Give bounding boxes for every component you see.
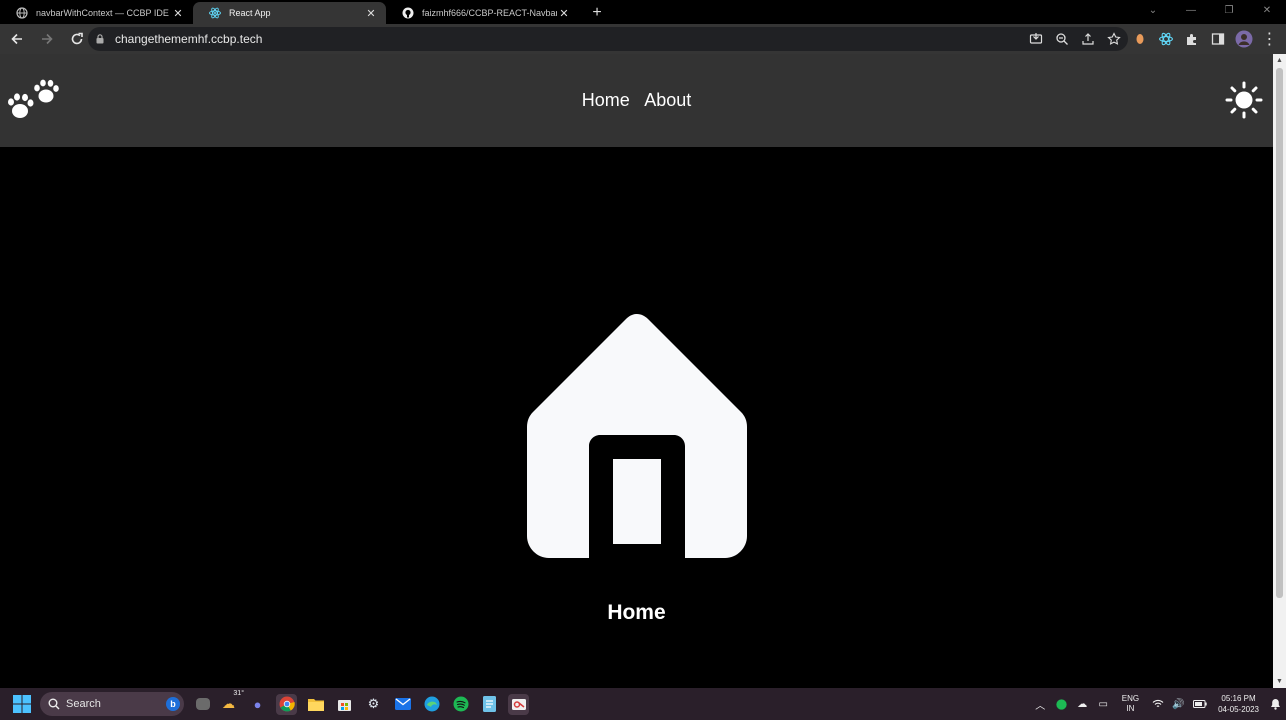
battery-icon[interactable] [1191, 696, 1208, 713]
snipping-tool-icon[interactable] [508, 693, 529, 715]
browser-tab-strip: navbarWithContext — CCBP IDE ✕ React App… [0, 0, 1286, 24]
edge-icon[interactable] [421, 694, 442, 715]
search-icon [48, 698, 60, 710]
spotify-tray-icon[interactable] [1053, 696, 1070, 713]
close-tab-icon[interactable]: ✕ [557, 6, 571, 20]
extensions-puzzle-icon[interactable] [1181, 29, 1202, 50]
bookmark-star-icon[interactable] [1103, 29, 1124, 50]
minimize-icon[interactable]: — [1172, 0, 1210, 20]
page-viewport: Home About Home [0, 54, 1273, 688]
scrollbar-thumb[interactable] [1276, 68, 1283, 598]
language-line2: IN [1126, 704, 1135, 713]
notifications-bell-icon[interactable] [1267, 696, 1284, 713]
zoom-icon[interactable] [1051, 29, 1072, 50]
taskbar-clock[interactable]: 05:16 PM 04-05-2023 [1218, 693, 1259, 715]
store-icon[interactable] [334, 694, 355, 715]
task-view-icon[interactable] [196, 698, 210, 710]
extension-area: ⋮ [1025, 26, 1280, 52]
display-icon[interactable]: ▭ [1095, 696, 1112, 713]
windows-start-icon[interactable] [12, 694, 32, 714]
system-tray: ︿ ☁ ▭ ENG IN 🔊 05:16 PM 04-05-2023 [1030, 688, 1286, 720]
search-placeholder: Search [66, 698, 101, 710]
browser-tab-github[interactable]: faizmhf666/CCBP-REACT-Navbar-with- ✕ [386, 2, 579, 24]
react-icon [209, 7, 221, 19]
spotify-icon[interactable] [450, 694, 471, 715]
side-panel-icon[interactable] [1207, 29, 1228, 50]
weather-temp: 31° [233, 689, 244, 697]
app-navbar: Home About [0, 54, 1273, 147]
back-icon[interactable] [4, 26, 30, 52]
chrome-icon[interactable] [276, 693, 297, 715]
window-controls: ⌄ — ❐ ✕ [1134, 0, 1286, 20]
home-content: Home [0, 314, 1273, 625]
close-tab-icon[interactable]: ✕ [364, 6, 378, 20]
mail-icon[interactable] [392, 694, 413, 715]
bing-icon: b [166, 697, 180, 711]
browser-toolbar: changethememhf.ccbp.tech ⋮ [0, 24, 1286, 54]
close-window-icon[interactable]: ✕ [1248, 0, 1286, 20]
profile-avatar[interactable] [1233, 29, 1254, 50]
page-scrollbar[interactable]: ▲ ▼ [1273, 54, 1286, 688]
home-icon [526, 314, 747, 558]
globe-icon [16, 7, 28, 19]
share-icon[interactable] [1077, 29, 1098, 50]
volume-icon[interactable]: 🔊 [1170, 696, 1187, 713]
notepad-icon[interactable] [479, 694, 500, 715]
nav-link-about[interactable]: About [644, 90, 691, 110]
language-indicator[interactable]: ENG IN [1122, 694, 1139, 714]
windows-taskbar: Search b ☁ 31° ● ⚙ ︿ ☁ ▭ ENG IN 🔊 05:16 … [0, 688, 1286, 720]
wifi-icon[interactable] [1149, 696, 1166, 713]
react-devtools-icon[interactable] [1155, 29, 1176, 50]
taskbar-search[interactable]: Search b [40, 692, 184, 716]
file-explorer-icon[interactable] [305, 694, 326, 715]
extension-orange-icon[interactable] [1129, 29, 1150, 50]
github-icon [402, 7, 414, 19]
tab-title: faizmhf666/CCBP-REACT-Navbar-with- [422, 8, 557, 18]
browser-tab-ide[interactable]: navbarWithContext — CCBP IDE ✕ [0, 2, 193, 24]
onedrive-cloud-icon[interactable]: ☁ [1074, 696, 1091, 713]
browser-menu-icon[interactable]: ⋮ [1259, 29, 1280, 50]
show-hidden-icons-chevron-up-icon[interactable]: ︿ [1032, 696, 1049, 713]
scroll-up-icon[interactable]: ▲ [1273, 54, 1286, 67]
weather-icon[interactable]: ☁ 31° [218, 690, 244, 715]
clock-date: 04-05-2023 [1218, 705, 1259, 714]
clock-time: 05:16 PM [1221, 694, 1256, 703]
nav-links: Home About [0, 90, 1273, 111]
install-app-icon[interactable] [1025, 29, 1046, 50]
teams-chat-icon[interactable]: ● [247, 694, 268, 715]
taskbar-apps: ☁ 31° ● ⚙ [196, 690, 529, 715]
tab-title: navbarWithContext — CCBP IDE [36, 8, 169, 18]
maximize-icon[interactable]: ❐ [1210, 0, 1248, 20]
reload-icon[interactable] [64, 26, 90, 52]
new-tab-icon[interactable]: + [585, 2, 609, 24]
page-heading: Home [607, 601, 666, 624]
theme-toggle-sun-icon[interactable] [1225, 81, 1263, 119]
address-bar[interactable]: changethememhf.ccbp.tech [88, 27, 1128, 51]
url-text: changethememhf.ccbp.tech [115, 32, 263, 46]
tab-search-icon[interactable]: ⌄ [1134, 0, 1172, 20]
browser-tab-react-app[interactable]: React App ✕ [193, 2, 386, 24]
language-line1: ENG [1121, 694, 1140, 703]
forward-icon[interactable] [34, 26, 60, 52]
scroll-down-icon[interactable]: ▼ [1273, 675, 1286, 688]
tab-title: React App [229, 8, 271, 18]
close-tab-icon[interactable]: ✕ [171, 6, 185, 20]
vscode-icon[interactable]: ⚙ [363, 694, 384, 715]
nav-link-home[interactable]: Home [582, 90, 630, 110]
lock-icon[interactable] [96, 34, 106, 44]
